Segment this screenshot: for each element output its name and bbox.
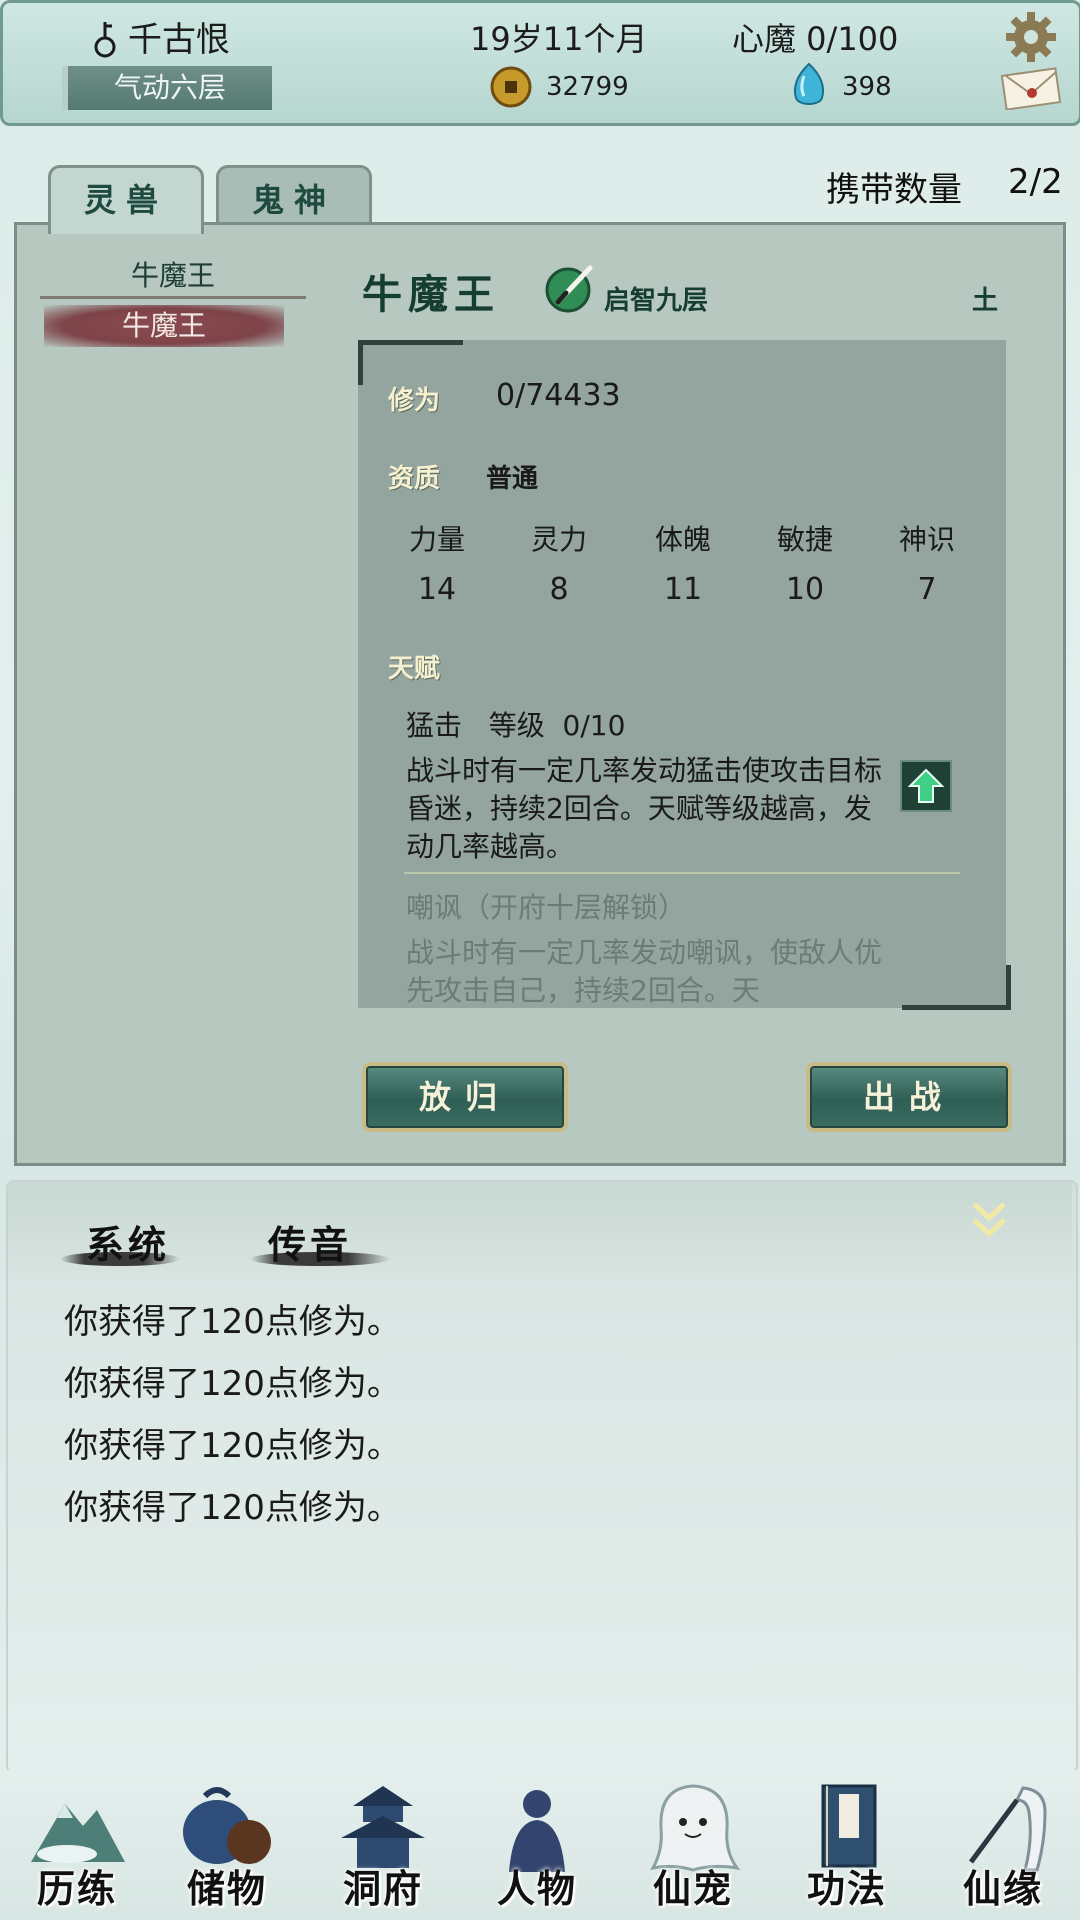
age-text: 19岁11个月 bbox=[470, 20, 648, 58]
nav-label: 储物 bbox=[186, 1866, 267, 1911]
message-line: 你获得了120点修为。 bbox=[64, 1364, 401, 1404]
stat-name: 敏捷 bbox=[776, 523, 833, 556]
talent-label: 天赋 bbox=[388, 654, 441, 684]
carry-count-value: 2/2 bbox=[1008, 162, 1063, 202]
pet-name: 牛魔王 bbox=[362, 271, 500, 318]
stat-value: 11 bbox=[663, 572, 703, 607]
divider bbox=[404, 872, 960, 874]
pet-rank: 启智九层 bbox=[604, 286, 709, 316]
coin-value: 32799 bbox=[546, 72, 629, 102]
stat-name: 灵力 bbox=[530, 523, 587, 556]
upgrade-arrow-icon[interactable] bbox=[900, 760, 952, 812]
spirit-stone-value: 398 bbox=[842, 72, 892, 102]
cultivation-label: 修为 bbox=[388, 386, 441, 416]
cultivation-value: 0/74433 bbox=[496, 378, 621, 413]
release-button[interactable]: 放归 bbox=[362, 1062, 568, 1132]
nav-label: 人物 bbox=[496, 1866, 577, 1911]
nav-item-skills[interactable]: 功法 bbox=[772, 1778, 922, 1920]
nav-item-training[interactable]: 历练 bbox=[2, 1778, 152, 1920]
stat-value: 14 bbox=[417, 572, 457, 607]
aptitude-value: 普通 bbox=[486, 464, 539, 494]
tab-spirit-beast[interactable]: 灵兽 bbox=[48, 165, 204, 234]
divider bbox=[40, 296, 306, 299]
nav-item-fate[interactable]: 仙缘 bbox=[928, 1778, 1078, 1920]
stat-value: 8 bbox=[549, 572, 569, 607]
pet-element: 土 bbox=[972, 286, 999, 316]
nav-label: 历练 bbox=[36, 1866, 117, 1911]
nav-label: 功法 bbox=[806, 1866, 887, 1911]
stat-name: 体魄 bbox=[654, 523, 711, 556]
nav-item-pet[interactable]: 仙宠 bbox=[618, 1778, 768, 1920]
player-name: 千古恨 bbox=[128, 20, 230, 60]
nav-label: 仙缘 bbox=[962, 1866, 1043, 1911]
message-line: 你获得了120点修为。 bbox=[64, 1302, 401, 1342]
channel-tab-system[interactable]: 系统 bbox=[86, 1214, 170, 1269]
stat-name: 神识 bbox=[898, 523, 955, 556]
rename-brush-icon[interactable] bbox=[544, 262, 596, 314]
gear-icon[interactable] bbox=[1004, 10, 1058, 64]
nav-item-character[interactable]: 人物 bbox=[462, 1778, 612, 1920]
nav-item-storage[interactable]: 储物 bbox=[152, 1778, 302, 1920]
realm-badge: 气动六层 bbox=[62, 66, 272, 110]
talent-title: 猛击 等级 0/10 bbox=[406, 709, 626, 742]
battle-button[interactable]: 出战 bbox=[806, 1062, 1012, 1132]
heart-demon-text: 心魔 0/100 bbox=[732, 20, 899, 58]
stat-name: 力量 bbox=[408, 523, 465, 556]
channel-tab-whisper[interactable]: 传音 bbox=[268, 1214, 352, 1269]
mail-icon[interactable] bbox=[1000, 66, 1062, 110]
chevron-down-icon[interactable] bbox=[968, 1198, 1010, 1244]
nav-label: 仙宠 bbox=[652, 1866, 733, 1911]
nav-item-cave[interactable]: 洞府 bbox=[308, 1778, 458, 1920]
talent-title-locked: 嘲讽（开府十层解锁） bbox=[406, 891, 687, 924]
spirit-stone-icon bbox=[793, 62, 825, 105]
stat-value: 7 bbox=[917, 572, 937, 607]
frame-corner bbox=[902, 965, 1011, 1010]
carry-count-label: 携带数量 bbox=[826, 170, 962, 210]
nav-label: 洞府 bbox=[342, 1866, 423, 1911]
pet-list-header: 牛魔王 bbox=[130, 259, 215, 292]
tab-ghost-god[interactable]: 鬼神 bbox=[216, 165, 372, 228]
message-line: 你获得了120点修为。 bbox=[64, 1426, 401, 1466]
frame-corner bbox=[358, 340, 463, 385]
stat-value: 10 bbox=[785, 572, 825, 607]
message-line: 你获得了120点修为。 bbox=[64, 1488, 401, 1528]
talent-description-locked: 战斗时有一定几率发动嘲讽，使敌人优先攻击自己，持续2回合。天 bbox=[406, 936, 883, 1006]
aptitude-label: 资质 bbox=[388, 464, 441, 494]
gourd-icon bbox=[94, 22, 116, 58]
talent-description: 战斗时有一定几率发动猛击使攻击目标昏迷，持续2回合。天赋等级越高，发动几率越高。 bbox=[406, 754, 883, 863]
pet-list-item[interactable]: 牛魔王 bbox=[44, 305, 284, 347]
coin-icon bbox=[490, 66, 532, 108]
